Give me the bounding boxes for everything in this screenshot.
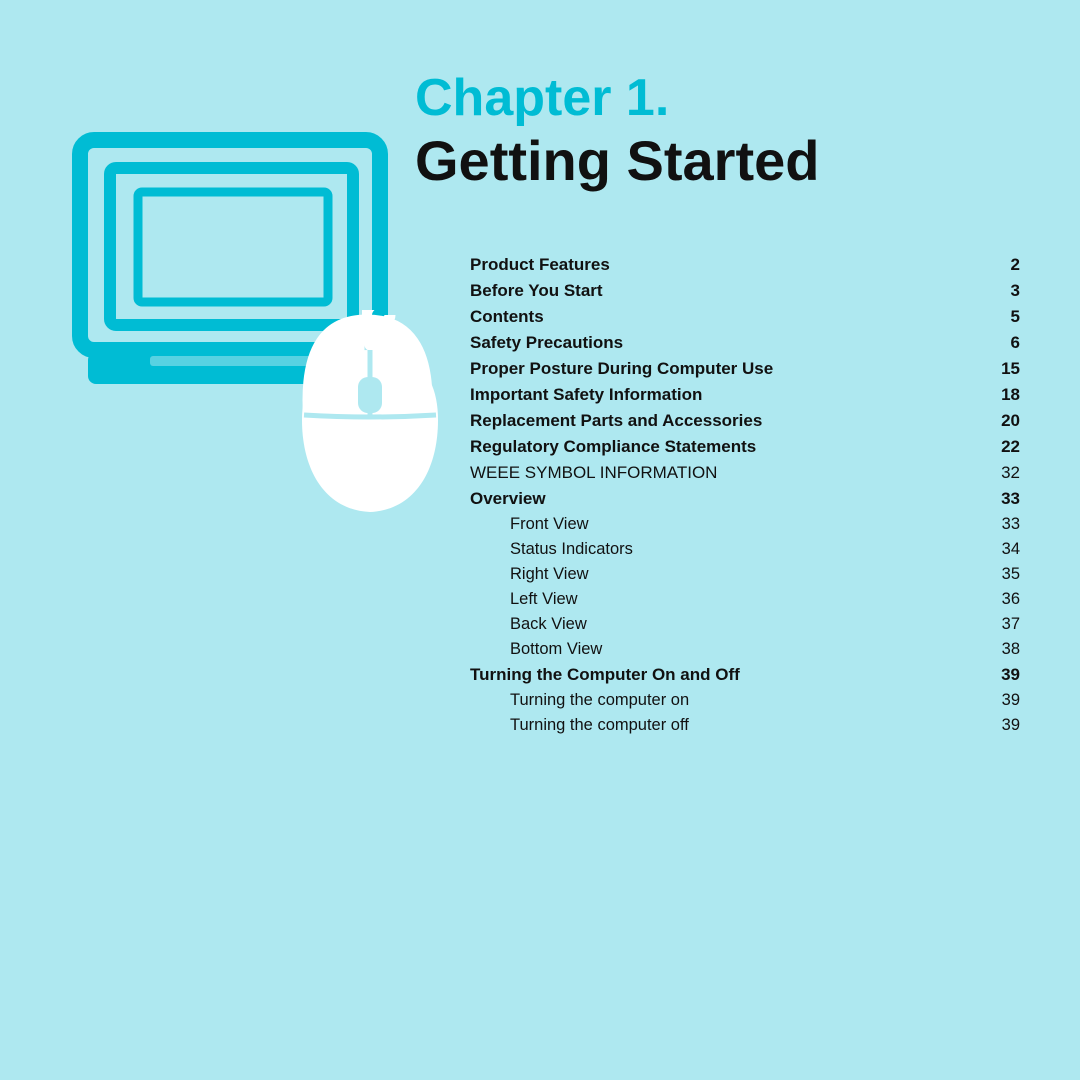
toc-item: Back View37 bbox=[470, 615, 1020, 634]
toc-item-page: 34 bbox=[990, 540, 1020, 559]
toc-item: Replacement Parts and Accessories20 bbox=[470, 411, 1020, 431]
toc-item: Turning the Computer On and Off39 bbox=[470, 665, 1020, 685]
toc-item-title: Overview bbox=[470, 489, 990, 509]
toc-item-title: Regulatory Compliance Statements bbox=[470, 437, 990, 457]
toc-item-page: 38 bbox=[990, 640, 1020, 659]
toc-item-page: 32 bbox=[990, 463, 1020, 483]
toc-item-page: 20 bbox=[990, 411, 1020, 431]
toc-item-title: Contents bbox=[470, 307, 990, 327]
toc-item-title: Before You Start bbox=[470, 281, 990, 301]
toc-item-title: Right View bbox=[510, 565, 990, 584]
toc-item-title: Proper Posture During Computer Use bbox=[470, 359, 990, 379]
toc-item-page: 39 bbox=[990, 665, 1020, 685]
toc-item-title: Turning the Computer On and Off bbox=[470, 665, 990, 685]
toc-item-page: 18 bbox=[990, 385, 1020, 405]
toc-item-page: 6 bbox=[990, 333, 1020, 353]
toc-item-page: 5 bbox=[990, 307, 1020, 327]
toc-item-title: Bottom View bbox=[510, 640, 990, 659]
mouse-svg bbox=[290, 315, 450, 525]
toc-item-title: Replacement Parts and Accessories bbox=[470, 411, 990, 431]
page-container: Chapter 1. Getting Started bbox=[0, 0, 1080, 1080]
toc-item-page: 35 bbox=[990, 565, 1020, 584]
toc-item: Front View33 bbox=[470, 515, 1020, 534]
chapter-heading: Chapter 1. Getting Started bbox=[415, 70, 819, 194]
toc-item-title: WEEE SYMBOL INFORMATION bbox=[470, 463, 990, 483]
toc-item-page: 15 bbox=[990, 359, 1020, 379]
toc-item: Proper Posture During Computer Use15 bbox=[470, 359, 1020, 379]
chapter-subtitle: Getting Started bbox=[415, 129, 819, 193]
chapter-label: Chapter 1. bbox=[415, 70, 819, 127]
toc-item-page: 36 bbox=[990, 590, 1020, 609]
toc-item-page: 33 bbox=[990, 489, 1020, 509]
toc-item: Contents5 bbox=[470, 307, 1020, 327]
toc-item-title: Turning the computer off bbox=[510, 716, 990, 735]
toc-item: Before You Start3 bbox=[470, 281, 1020, 301]
toc-item-title: Turning the computer on bbox=[510, 691, 990, 710]
toc-item: Status Indicators34 bbox=[470, 540, 1020, 559]
toc-item-title: Status Indicators bbox=[510, 540, 990, 559]
toc-item-title: Important Safety Information bbox=[470, 385, 990, 405]
toc-item-title: Left View bbox=[510, 590, 990, 609]
toc-item: Turning the computer on39 bbox=[470, 691, 1020, 710]
toc-item: Turning the computer off39 bbox=[470, 716, 1020, 735]
toc-item-page: 3 bbox=[990, 281, 1020, 301]
toc-item-title: Front View bbox=[510, 515, 990, 534]
toc-item: Left View36 bbox=[470, 590, 1020, 609]
toc-item: Important Safety Information18 bbox=[470, 385, 1020, 405]
toc-item: Regulatory Compliance Statements22 bbox=[470, 437, 1020, 457]
toc-item: Product Features2 bbox=[470, 255, 1020, 275]
toc-item-title: Product Features bbox=[470, 255, 990, 275]
toc-item-page: 37 bbox=[990, 615, 1020, 634]
toc-item-title: Safety Precautions bbox=[470, 333, 990, 353]
toc-item: Safety Precautions6 bbox=[470, 333, 1020, 353]
toc-item: Overview33 bbox=[470, 489, 1020, 509]
toc-item-title: Back View bbox=[510, 615, 990, 634]
toc-item-page: 2 bbox=[990, 255, 1020, 275]
toc-item: WEEE SYMBOL INFORMATION32 bbox=[470, 463, 1020, 483]
toc-item-page: 39 bbox=[990, 691, 1020, 710]
toc-item: Right View35 bbox=[470, 565, 1020, 584]
toc-item-page: 22 bbox=[990, 437, 1020, 457]
toc: Product Features2Before You Start3Conten… bbox=[470, 255, 1020, 741]
toc-item: Bottom View38 bbox=[470, 640, 1020, 659]
toc-item-page: 33 bbox=[990, 515, 1020, 534]
toc-item-page: 39 bbox=[990, 716, 1020, 735]
